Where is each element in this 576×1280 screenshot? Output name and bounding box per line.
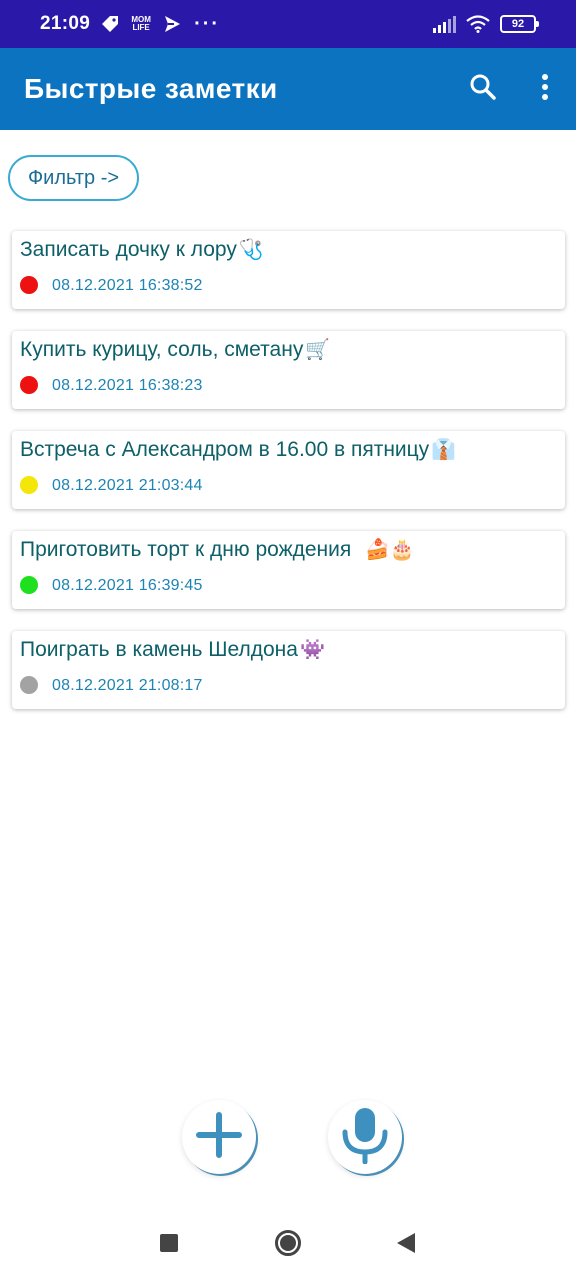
note-date: 08.12.2021 16:38:52 <box>52 277 203 294</box>
note-title: Поиграть в камень Шелдона 👾 <box>20 637 325 662</box>
note-card[interactable]: Купить курицу, соль, сметану 🛒 08.12.2021… <box>12 331 565 409</box>
momlife-app-icon: MOM LIFE <box>131 15 151 32</box>
more-vert-icon <box>540 73 550 106</box>
tag-icon <box>100 14 120 34</box>
microphone-icon <box>340 1106 390 1169</box>
square-icon <box>160 1233 178 1257</box>
recents-button[interactable] <box>158 1233 180 1257</box>
note-title-text: Поиграть в камень Шелдона <box>20 638 298 661</box>
note-card[interactable]: Встреча с Александром в 16.00 в пятницу 👔… <box>12 431 565 509</box>
wifi-icon <box>466 15 490 33</box>
shopping-cart-icon: 🛒 <box>305 339 331 361</box>
space-invader-icon: 👾 <box>299 639 325 661</box>
note-title: Записать дочку к лору 🩺 <box>20 237 264 262</box>
add-note-button[interactable] <box>182 1100 256 1174</box>
system-nav-bar <box>0 1210 576 1280</box>
more-notifications-icon: ··· <box>194 12 221 35</box>
back-button[interactable] <box>395 1232 417 1258</box>
status-right: 92 <box>432 15 539 33</box>
status-bar: 21:09 MOM LIFE ··· 92 <box>0 0 576 48</box>
status-left: 21:09 MOM LIFE ··· <box>40 13 220 36</box>
priority-dot <box>20 676 38 694</box>
play-send-icon <box>162 14 182 34</box>
note-date: 08.12.2021 21:08:17 <box>52 677 203 694</box>
note-title: Приготовить торт к дню рождения 🍰🎂 <box>20 537 415 562</box>
status-time: 21:09 <box>40 13 91 34</box>
necktie-icon: 👔 <box>431 439 457 461</box>
cake-icon: 🍰🎂 <box>364 539 415 561</box>
circle-icon <box>274 1229 302 1262</box>
note-title-text: Встреча с Александром в 16.00 в пятницу <box>20 438 430 461</box>
note-date: 08.12.2021 21:03:44 <box>52 477 203 494</box>
voice-note-button[interactable] <box>328 1100 402 1174</box>
search-button[interactable] <box>452 58 514 120</box>
overflow-menu-button[interactable] <box>514 58 576 120</box>
note-title-text: Записать дочку к лору <box>20 238 237 261</box>
priority-dot <box>20 276 38 294</box>
note-card[interactable]: Записать дочку к лору 🩺 08.12.2021 16:38:… <box>12 231 565 309</box>
note-title-text: Приготовить торт к дню рождения <box>20 538 352 561</box>
note-title: Купить курицу, соль, сметану 🛒 <box>20 337 330 362</box>
note-card[interactable]: Поиграть в камень Шелдона 👾 08.12.2021 21… <box>12 631 565 709</box>
signal-icon <box>432 15 456 33</box>
priority-dot <box>20 576 38 594</box>
note-list: Записать дочку к лору 🩺 08.12.2021 16:38:… <box>12 231 565 731</box>
stethoscope-icon: 🩺 <box>238 239 264 261</box>
app-actions <box>452 58 576 120</box>
search-icon <box>469 73 497 106</box>
battery-icon: 92 <box>500 15 539 33</box>
note-title: Встреча с Александром в 16.00 в пятницу 👔 <box>20 437 456 462</box>
note-card[interactable]: Приготовить торт к дню рождения 🍰🎂 08.12… <box>12 531 565 609</box>
priority-dot <box>20 376 38 394</box>
plus-icon <box>195 1111 243 1164</box>
note-title-text: Купить курицу, соль, сметану <box>20 338 304 361</box>
app-bar: Быстрые заметки <box>0 48 576 130</box>
app-title: Быстрые заметки <box>24 73 278 104</box>
priority-dot <box>20 476 38 494</box>
triangle-back-icon <box>397 1232 415 1258</box>
note-date: 08.12.2021 16:38:23 <box>52 377 203 394</box>
filter-button[interactable]: Фильтр -> <box>8 155 139 201</box>
note-date: 08.12.2021 16:39:45 <box>52 577 203 594</box>
home-button[interactable] <box>274 1229 302 1262</box>
